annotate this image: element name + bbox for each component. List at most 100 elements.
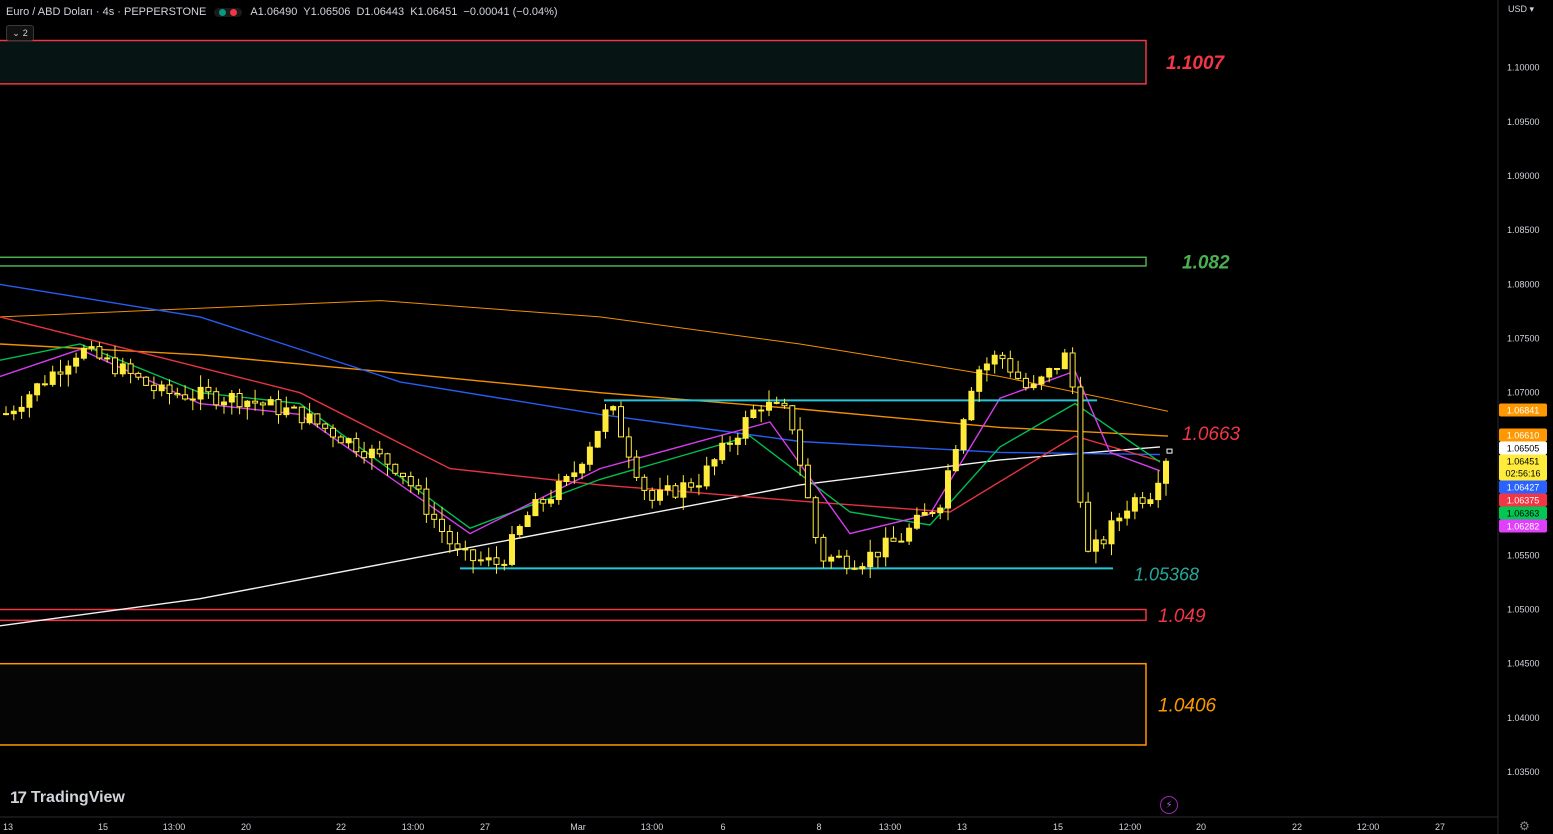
candle-body[interactable] — [112, 357, 118, 375]
candle-body[interactable] — [937, 507, 944, 514]
candle-body[interactable] — [119, 363, 126, 375]
candle-body[interactable] — [244, 400, 251, 408]
candle-body[interactable] — [182, 394, 189, 400]
candle-body[interactable] — [867, 551, 874, 568]
candle-body[interactable] — [283, 407, 290, 416]
candle-body[interactable] — [952, 449, 959, 472]
candle-body[interactable] — [41, 383, 48, 386]
candle-body[interactable] — [1139, 497, 1146, 504]
candle-body[interactable] — [758, 409, 765, 412]
candle-body[interactable] — [1030, 383, 1037, 389]
candle-body[interactable] — [750, 409, 757, 418]
candle-body[interactable] — [976, 369, 983, 392]
candle-body[interactable] — [493, 557, 500, 565]
candle-body[interactable] — [1054, 368, 1060, 370]
candle-body[interactable] — [711, 459, 718, 467]
candle-body[interactable] — [1069, 352, 1076, 388]
candle-body[interactable] — [1116, 517, 1123, 522]
candle-body[interactable] — [657, 489, 663, 501]
candle-body[interactable] — [688, 482, 695, 488]
candle-body[interactable] — [431, 513, 438, 520]
candle-body[interactable] — [1108, 520, 1115, 545]
candle-body[interactable] — [267, 399, 274, 406]
candle-body[interactable] — [1046, 368, 1053, 378]
candle-body[interactable] — [898, 540, 905, 543]
candle-body[interactable] — [563, 476, 570, 482]
candle-body[interactable] — [516, 526, 523, 536]
candle-body[interactable] — [423, 488, 430, 515]
candle-body[interactable] — [641, 476, 648, 491]
candle-body[interactable] — [882, 537, 889, 558]
candle-body[interactable] — [166, 384, 173, 394]
candle-body[interactable] — [1061, 352, 1068, 370]
candle-body[interactable] — [1131, 497, 1138, 512]
candle-body[interactable] — [415, 485, 422, 490]
candle-body[interactable] — [851, 567, 858, 570]
candle-body[interactable] — [314, 413, 321, 425]
candle-body[interactable] — [664, 485, 671, 491]
candle-body[interactable] — [213, 391, 220, 406]
candle-body[interactable] — [906, 527, 913, 542]
candle-body[interactable] — [836, 555, 842, 558]
candle-body[interactable] — [368, 448, 375, 459]
candle-body[interactable] — [633, 456, 640, 478]
candle-body[interactable] — [1022, 377, 1029, 389]
candle-body[interactable] — [797, 429, 804, 466]
candle-body[interactable] — [555, 481, 562, 500]
zone-box[interactable] — [0, 608, 1147, 622]
candle-body[interactable] — [275, 399, 282, 416]
candle-body[interactable] — [353, 438, 360, 453]
candle-body[interactable] — [1124, 510, 1131, 519]
candle-body[interactable] — [532, 499, 539, 517]
candle-body[interactable] — [766, 401, 772, 411]
candle-body[interactable] — [291, 406, 298, 409]
candle-body[interactable] — [10, 410, 17, 415]
candle-body[interactable] — [197, 386, 204, 400]
candle-body[interactable] — [446, 531, 453, 545]
candle-body[interactable] — [999, 354, 1006, 360]
gear-icon[interactable]: ⚙ — [1519, 819, 1530, 833]
status-indicators[interactable] — [214, 7, 243, 17]
candle-body[interactable] — [960, 419, 967, 451]
candle-body[interactable] — [259, 402, 266, 406]
candle-body[interactable] — [579, 463, 586, 474]
candle-body[interactable] — [548, 499, 554, 504]
candle-body[interactable] — [407, 476, 414, 487]
zone-box[interactable] — [0, 662, 1147, 746]
candle-body[interactable] — [703, 465, 710, 487]
candle-body[interactable] — [135, 372, 142, 378]
candle-body[interactable] — [789, 405, 796, 431]
candle-body[interactable] — [968, 390, 975, 421]
candle-body[interactable] — [127, 363, 134, 374]
candle-body[interactable] — [625, 436, 632, 458]
candle-body[interactable] — [921, 512, 928, 516]
candle-body[interactable] — [485, 557, 492, 561]
candle-body[interactable] — [828, 556, 835, 562]
candle-body[interactable] — [501, 563, 508, 566]
candle-body[interactable] — [874, 551, 881, 558]
candle-body[interactable] — [843, 555, 850, 569]
candle-body[interactable] — [1100, 539, 1107, 545]
candle-body[interactable] — [34, 383, 41, 396]
candle-body[interactable] — [773, 401, 780, 404]
candle-body[interactable] — [734, 437, 741, 445]
candle-body[interactable] — [571, 472, 578, 477]
zone-box[interactable] — [0, 256, 1147, 267]
candle-body[interactable] — [1007, 358, 1014, 373]
candle-body[interactable] — [96, 346, 103, 359]
candle-body[interactable] — [1155, 482, 1162, 501]
candle-body[interactable] — [73, 357, 80, 367]
candle-body[interactable] — [189, 398, 196, 401]
candle-body[interactable] — [719, 442, 726, 461]
candle-body[interactable] — [298, 406, 305, 424]
candle-body[interactable] — [345, 438, 352, 444]
candle-body[interactable] — [820, 536, 827, 562]
price-chart[interactable]: 1.10000 1.09500 1.09000 1.08500 1.08000 1.075… — [0, 0, 1553, 834]
candle-body[interactable] — [602, 409, 609, 432]
candle-body[interactable] — [221, 401, 227, 406]
candle-body[interactable] — [594, 430, 601, 448]
candle-body[interactable] — [57, 371, 64, 375]
candle-body[interactable] — [205, 386, 212, 393]
candle-body[interactable] — [337, 436, 344, 444]
candle-body[interactable] — [18, 406, 25, 412]
